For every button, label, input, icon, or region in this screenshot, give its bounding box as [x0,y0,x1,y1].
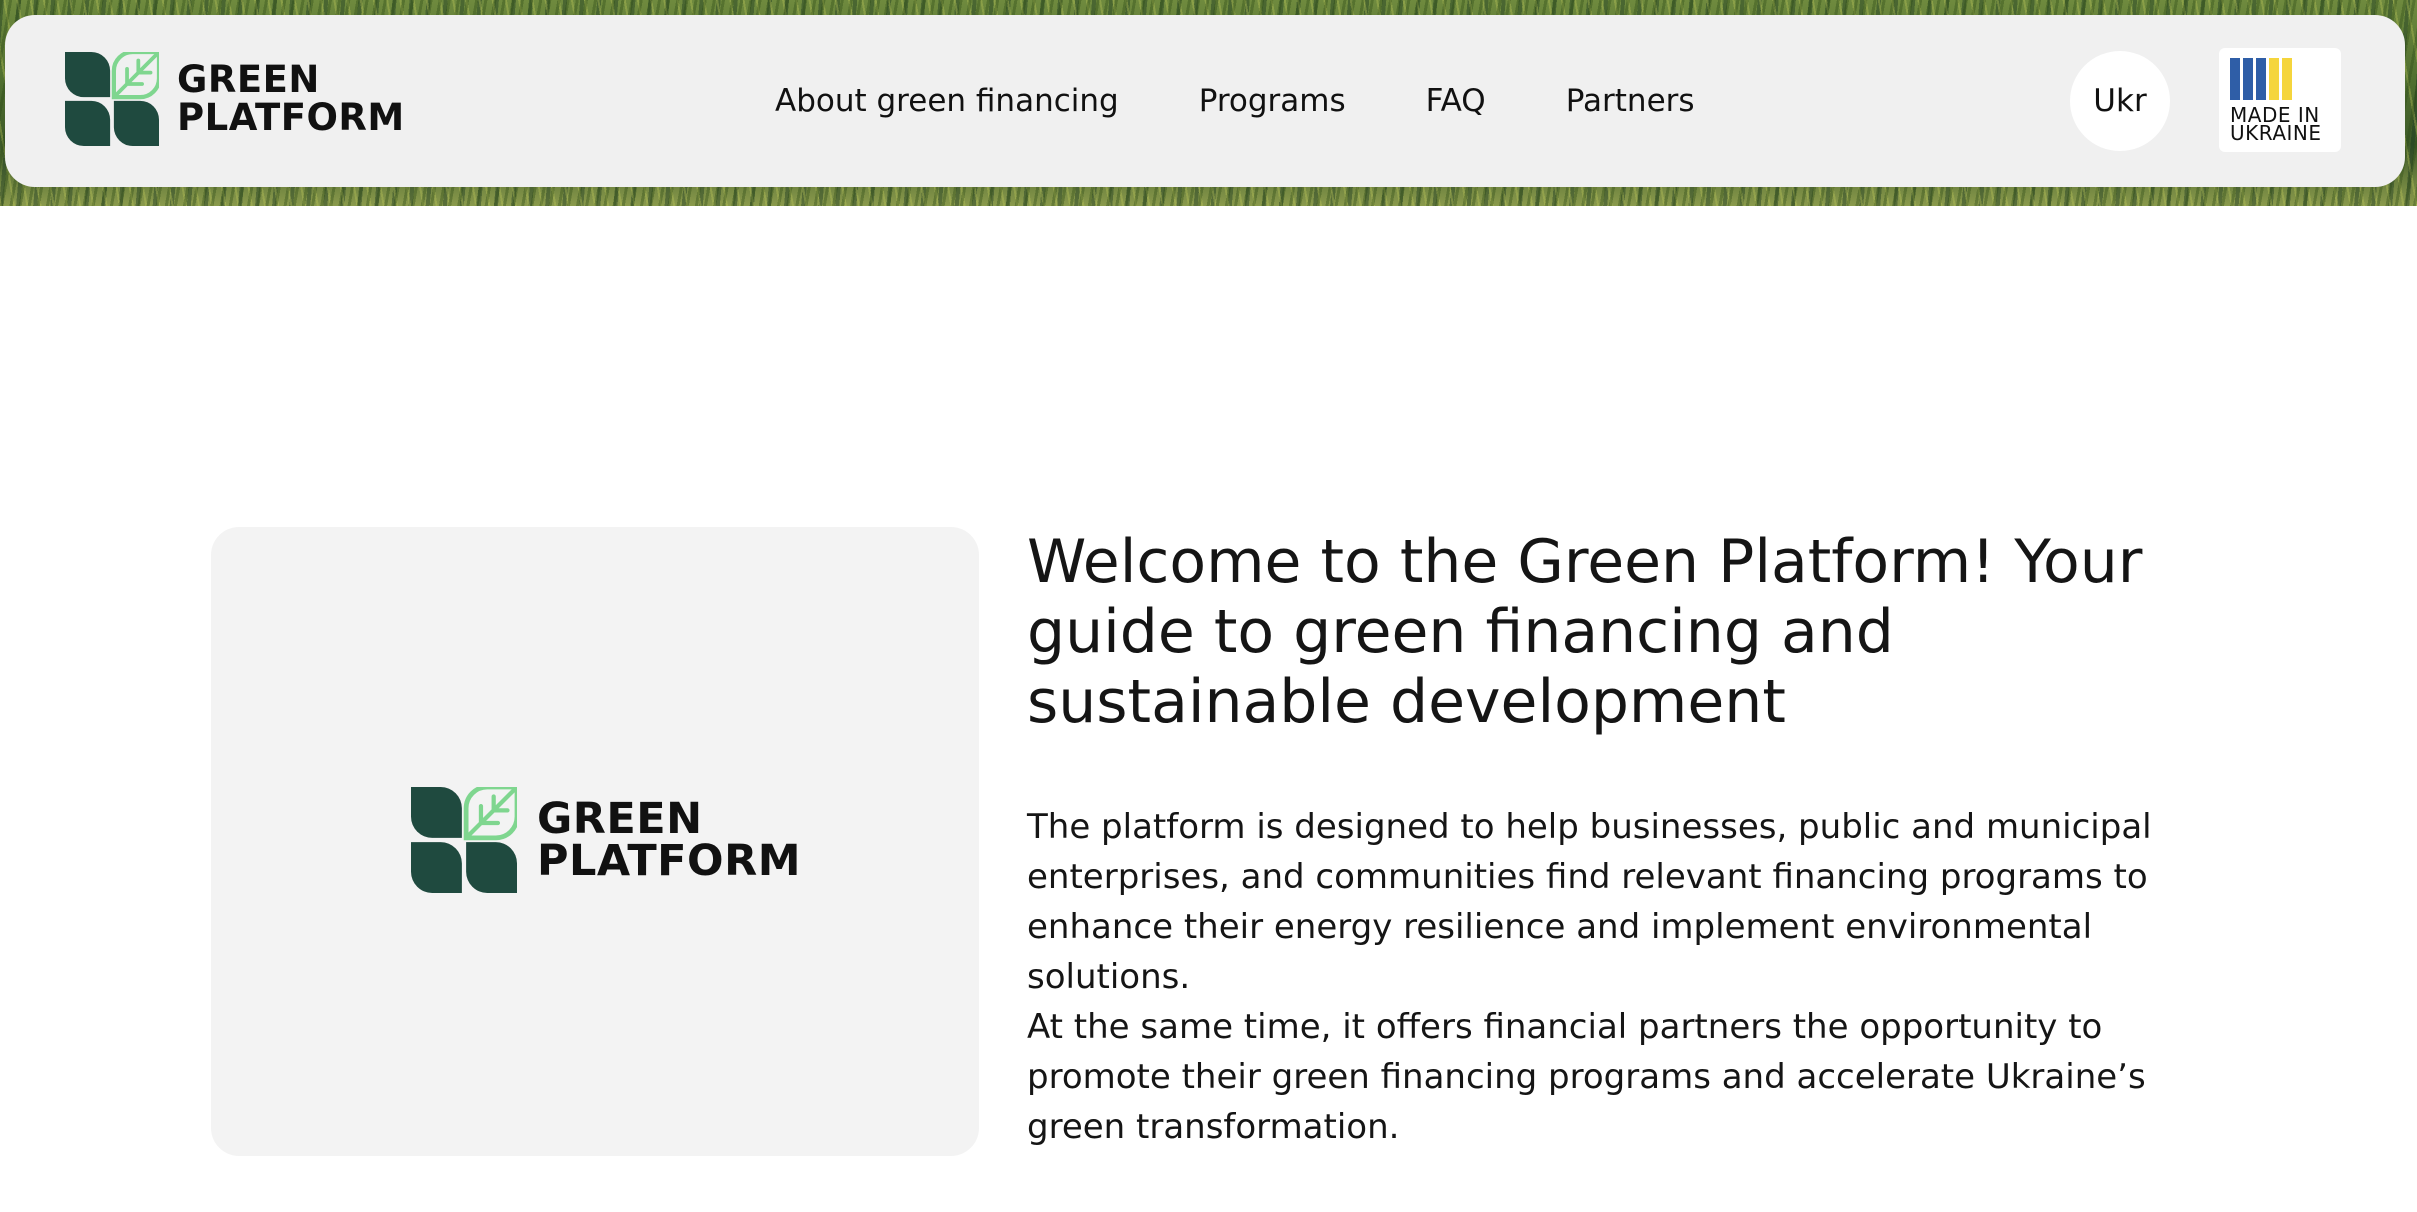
card-logo-line-1: GREEN [537,794,703,844]
green-platform-logo-icon [65,52,159,146]
intro-paragraph-1: The platform is designed to help busines… [1027,807,2152,997]
intro-text: Welcome to the Green Platform! Your guid… [1027,527,2257,1152]
nav-faq[interactable]: FAQ [1426,83,1486,119]
intro-paragraph-2: At the same time, it offers financial pa… [1027,1007,2146,1147]
badge-bar [2269,58,2279,100]
logo-line-2: PLATFORM [177,96,405,139]
site-header: GREEN PLATFORM About green financing Pro… [5,15,2405,187]
badge-bars [2230,58,2331,100]
logo-wordmark: GREEN PLATFORM [177,61,405,137]
header-logo-link[interactable]: GREEN PLATFORM [65,52,405,146]
badge-line-2: UKRAINE [2230,121,2322,145]
green-platform-logo-icon [411,787,517,893]
language-switch-button[interactable]: Ukr [2070,51,2170,151]
badge-text: MADE IN UKRAINE [2230,105,2331,145]
intro-image-card: GREEN PLATFORM [211,527,979,1156]
main-nav: About green financing Programs FAQ Partn… [775,15,1775,187]
badge-bar [2282,58,2292,100]
logo-line-1: GREEN [177,58,320,101]
card-logo: GREEN PLATFORM [411,787,801,893]
nav-about-green-financing[interactable]: About green financing [775,83,1119,119]
badge-bar [2256,58,2266,100]
nav-partners[interactable]: Partners [1566,83,1695,119]
badge-bar [2230,58,2240,100]
intro-description: The platform is designed to help busines… [1027,802,2207,1152]
made-in-ukraine-badge-icon: MADE IN UKRAINE [2219,48,2341,152]
nav-programs[interactable]: Programs [1199,83,1346,119]
badge-bar [2243,58,2253,100]
card-logo-line-2: PLATFORM [537,836,802,886]
page-title: Welcome to the Green Platform! Your guid… [1027,527,2143,737]
card-logo-wordmark: GREEN PLATFORM [537,794,802,886]
